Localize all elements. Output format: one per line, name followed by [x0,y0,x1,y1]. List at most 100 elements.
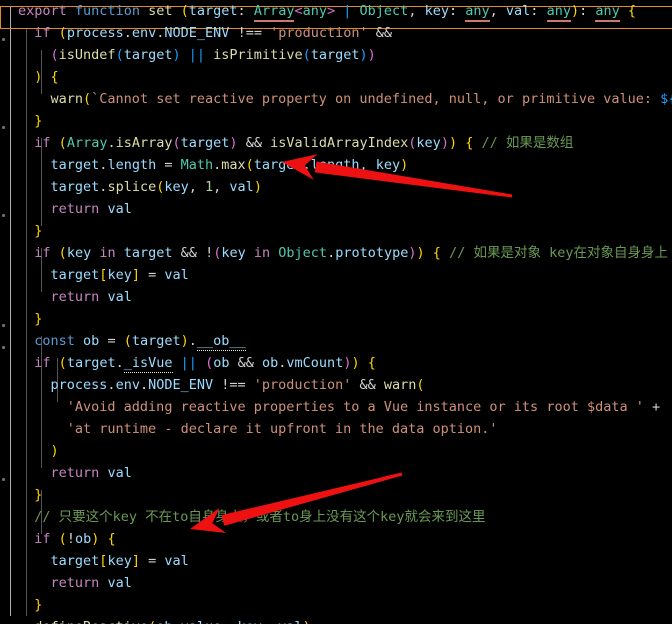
code-token: if [34,245,51,261]
code-token: ( [180,3,189,19]
code-token: : [530,3,547,19]
code-line[interactable]: // 只要这个key 不在to自身身上，或者to身上没有这个key就会来到这里 [0,506,672,528]
code-line[interactable]: return val [0,462,672,484]
code-line[interactable]: warn(`Cannot set reactive property on un… [0,88,672,110]
code-token: , [213,179,230,195]
code-line[interactable]: return val [0,572,672,594]
code-token: ) [359,47,368,63]
code-token: key [221,245,246,261]
code-token: value [181,619,222,624]
code-token: val [164,553,189,569]
code-token: key [238,619,262,624]
code-line[interactable]: export function set (target: Array<any> … [0,0,672,22]
code-token: target [66,355,116,371]
code-line[interactable]: } [0,308,672,330]
code-token: ${ [660,91,672,107]
code-token: val [107,575,132,591]
code-line[interactable]: if (!ob) { [0,528,672,550]
code-token: ( [58,135,67,151]
code-token: = [139,553,165,569]
code-line[interactable]: target[key] = val [0,550,672,572]
code-token: ( [172,135,181,151]
code-line[interactable]: } [0,484,672,506]
code-token: ob [213,355,230,371]
code-text-area[interactable]: export function set (target: Array<any> … [0,0,672,624]
code-token: : [237,3,254,19]
code-token: ) [416,245,425,261]
code-line[interactable]: if (key in target && !(key in Object.pro… [0,242,672,264]
code-token: key [107,267,132,283]
code-token: + [652,399,661,415]
code-token: ( [50,47,59,63]
code-token: isArray [115,135,173,151]
code-token: any [465,3,490,22]
code-line[interactable]: if (Array.isArray(target) && isValidArra… [0,132,672,154]
code-token: Object [359,3,409,19]
code-line[interactable]: target.splice(key, 1, val) [0,176,672,198]
code-line[interactable]: target[key] = val [0,264,672,286]
code-line[interactable]: } [0,110,672,132]
code-line[interactable]: 'Avoid adding reactive properties to a V… [0,396,672,418]
code-token: . [123,25,132,41]
code-token: ! [196,245,214,261]
code-line[interactable]: target.length = Math.max(target.length, … [0,154,672,176]
code-token: ] [131,553,140,569]
code-line[interactable]: return val [0,286,672,308]
code-token: , [359,157,376,173]
code-token: function [74,3,140,19]
code-editor-viewport[interactable]: / export function set (target: Array<any… [0,0,672,624]
code-token: warn [383,377,417,393]
code-token: _isVue [123,355,173,373]
code-token: ) [303,619,311,624]
code-token: , [408,3,425,19]
code-token: ] [131,267,140,283]
code-token: && [359,377,376,393]
code-line[interactable]: return val [0,198,672,220]
code-line[interactable]: 'at runtime - declare it upfront in the … [0,418,672,440]
code-token: return [50,465,100,481]
code-line[interactable]: process.env.NODE_ENV !== 'production' &&… [0,374,672,396]
code-token: val [278,619,302,624]
code-token: target [131,333,181,349]
code-token: . [107,135,116,151]
code-token: Math [180,157,214,173]
code-token: > [326,3,336,19]
code-token: . [172,619,180,624]
code-line[interactable]: const ob = (target).__ob__ [0,330,672,352]
code-token: = [156,157,181,173]
code-token: ) [229,135,238,151]
code-token: 'production' [270,25,368,41]
code-token: process [50,377,108,393]
code-line[interactable]: (isUndef(target) || isPrimitive(target)) [0,44,672,66]
code-token: length [310,157,360,173]
code-line[interactable]: ) [0,440,672,462]
code-line[interactable]: ) { [0,66,672,88]
code-line[interactable]: } [0,594,672,616]
code-token: , [262,619,278,624]
code-token: set [148,3,173,19]
code-line[interactable]: if (process.env.NODE_ENV !== 'production… [0,22,672,44]
code-line[interactable]: defineReactive(ob.value, key, val) [0,616,672,624]
code-token: val [164,267,189,283]
code-line[interactable]: if (target._isVue || (ob && ob.vmCount))… [0,352,672,374]
code-token: val [229,179,254,195]
code-line[interactable]: } [0,220,672,242]
